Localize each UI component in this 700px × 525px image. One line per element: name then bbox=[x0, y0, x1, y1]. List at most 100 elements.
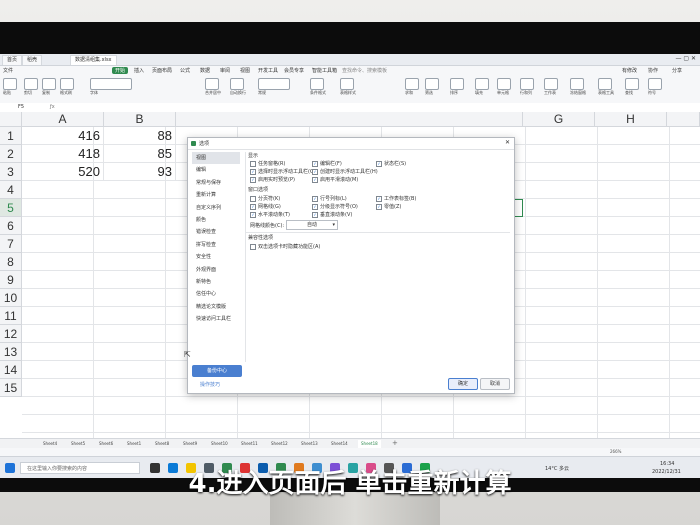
corner-select-all[interactable] bbox=[0, 112, 22, 127]
sum-icon[interactable] bbox=[405, 78, 419, 90]
sheet-tab[interactable]: Sheet5 bbox=[68, 440, 88, 448]
sidebar-item-quick-access[interactable]: 快速访问工具栏 bbox=[192, 313, 240, 325]
sheet-tab[interactable]: Sheet1 bbox=[124, 440, 144, 448]
option-floating-toolbar-create[interactable]: ✓ 创建时显示浮动工具栏(H) bbox=[312, 168, 378, 175]
close-icon[interactable]: ✕ bbox=[505, 139, 510, 146]
ok-button[interactable]: 确定 bbox=[448, 378, 478, 390]
sidebar-item-templates[interactable]: 精选论文模版 bbox=[192, 301, 240, 313]
checkbox-checked-icon[interactable]: ✓ bbox=[312, 195, 318, 202]
menu-developer[interactable]: 开发工具 bbox=[258, 67, 278, 74]
row-header-8[interactable]: 8 bbox=[0, 253, 22, 271]
row-header-12[interactable]: 12 bbox=[0, 325, 22, 343]
checkbox-icon[interactable] bbox=[250, 195, 256, 202]
option-sheet-tabs[interactable]: ✓ 工作表标签(B) bbox=[376, 195, 416, 202]
menu-page-layout[interactable]: 页面布局 bbox=[152, 67, 172, 74]
sheet-tab[interactable]: Sheet14 bbox=[328, 440, 351, 448]
sheet-tab[interactable]: Sheet13 bbox=[298, 440, 321, 448]
menu-member[interactable]: 会员专享 bbox=[284, 67, 304, 74]
cell-a1[interactable]: 416 bbox=[22, 127, 104, 145]
sidebar-item-general-save[interactable]: 常规与保存 bbox=[192, 177, 240, 189]
option-page-break[interactable]: 分页符(K) bbox=[250, 195, 280, 202]
window-controls[interactable]: — ▢ ✕ bbox=[675, 55, 696, 62]
menu-file[interactable]: 文件 bbox=[3, 67, 13, 74]
checkbox-checked-icon[interactable]: ✓ bbox=[312, 176, 318, 183]
merge-center-icon[interactable] bbox=[205, 78, 219, 90]
row-header-7[interactable]: 7 bbox=[0, 235, 22, 253]
row-header-1[interactable]: 1 bbox=[0, 127, 22, 145]
option-hide-ribbon[interactable]: 双击选项卡时隐藏功能区(A) bbox=[250, 243, 320, 250]
filter-icon[interactable] bbox=[425, 78, 439, 90]
checkbox-checked-icon[interactable]: ✓ bbox=[312, 168, 318, 175]
row-header-10[interactable]: 10 bbox=[0, 289, 22, 307]
name-box[interactable]: F5 bbox=[18, 104, 24, 110]
row-header-14[interactable]: 14 bbox=[0, 361, 22, 379]
option-smooth-scroll[interactable]: ✓ 启用平滑滚动(M) bbox=[312, 176, 358, 183]
option-row-col-headers[interactable]: ✓ 行号列标(L) bbox=[312, 195, 347, 202]
backup-center-button[interactable]: 备份中心 bbox=[192, 365, 242, 377]
sidebar-item-view[interactable]: 视图 bbox=[192, 152, 240, 165]
checkbox-checked-icon[interactable]: ✓ bbox=[250, 203, 256, 210]
sheet-tab[interactable]: Sheet12 bbox=[268, 440, 291, 448]
option-live-preview[interactable]: ✓ 启用实时预览(P) bbox=[250, 176, 295, 183]
menu-share[interactable]: 分享 bbox=[672, 67, 682, 74]
option-status-bar[interactable]: ✓ 状态栏(S) bbox=[376, 160, 406, 167]
row-header-9[interactable]: 9 bbox=[0, 271, 22, 289]
row-header-11[interactable]: 11 bbox=[0, 307, 22, 325]
sheet-tab[interactable]: Sheet9 bbox=[180, 440, 200, 448]
column-header-g[interactable]: G bbox=[523, 112, 595, 127]
sidebar-item-trust-center[interactable]: 信任中心 bbox=[192, 288, 240, 300]
column-header-h[interactable]: H bbox=[595, 112, 667, 127]
checkbox-checked-icon[interactable]: ✓ bbox=[312, 211, 318, 218]
menu-view[interactable]: 视图 bbox=[240, 67, 250, 74]
menu-collab[interactable]: 协作 bbox=[648, 67, 658, 74]
sidebar-item-security[interactable]: 安全性 bbox=[192, 251, 240, 263]
fill-icon[interactable] bbox=[475, 78, 489, 90]
column-header-a[interactable]: A bbox=[22, 112, 104, 127]
font-selector[interactable] bbox=[90, 78, 132, 90]
row-header-4[interactable]: 4 bbox=[0, 181, 22, 199]
sidebar-item-new-features[interactable]: 新特色 bbox=[192, 276, 240, 288]
checkbox-checked-icon[interactable]: ✓ bbox=[376, 160, 382, 167]
number-format-select[interactable] bbox=[258, 78, 290, 90]
conditional-format-icon[interactable] bbox=[310, 78, 324, 90]
sidebar-item-color[interactable]: 颜色 bbox=[192, 214, 240, 226]
row-header-5[interactable]: 5 bbox=[0, 199, 22, 217]
cell-icon[interactable] bbox=[497, 78, 511, 90]
menu-insert[interactable]: 插入 bbox=[134, 67, 144, 74]
sheet-tab[interactable]: Sheet11 bbox=[238, 440, 261, 448]
cancel-button[interactable]: 取消 bbox=[480, 378, 510, 390]
sort-icon[interactable] bbox=[450, 78, 464, 90]
option-horizontal-scroll[interactable]: ✓ 水平滚动条(T) bbox=[250, 211, 290, 218]
table-style-icon[interactable] bbox=[340, 78, 354, 90]
option-floating-toolbar-select[interactable]: ✓ 选择时显示浮动工具栏(O) bbox=[250, 168, 316, 175]
row-header-2[interactable]: 2 bbox=[0, 145, 22, 163]
checkbox-checked-icon[interactable]: ✓ bbox=[250, 176, 256, 183]
sheet-tab[interactable]: Sheet6 bbox=[96, 440, 116, 448]
tab-workbook[interactable]: 数据清组集.xlsx bbox=[70, 55, 117, 65]
checkbox-checked-icon[interactable]: ✓ bbox=[250, 211, 256, 218]
cell-a2[interactable]: 418 bbox=[22, 145, 104, 163]
tab-home[interactable]: 首页 bbox=[2, 55, 23, 65]
sheet-tab[interactable]: Sheet4 bbox=[40, 440, 60, 448]
checkbox-checked-icon[interactable]: ✓ bbox=[376, 203, 382, 210]
cell-b2[interactable]: 85 bbox=[104, 145, 176, 163]
row-header-15[interactable]: 15 bbox=[0, 379, 22, 397]
option-gridlines[interactable]: ✓ 网格线(G) bbox=[250, 203, 281, 210]
gridline-color-select[interactable]: 自动 ▾ bbox=[286, 220, 338, 230]
checkbox-icon[interactable] bbox=[250, 160, 256, 167]
column-header-i[interactable] bbox=[667, 112, 700, 127]
wrap-text-icon[interactable] bbox=[230, 78, 244, 90]
sheet-tab[interactable]: Sheet8 bbox=[152, 440, 172, 448]
cell-a3[interactable]: 520 bbox=[22, 163, 104, 181]
find-icon[interactable] bbox=[625, 78, 639, 90]
copy-icon[interactable] bbox=[42, 78, 56, 90]
freeze-panes-icon[interactable] bbox=[570, 78, 584, 90]
menu-formula[interactable]: 公式 bbox=[180, 67, 190, 74]
checkbox-checked-icon[interactable]: ✓ bbox=[312, 203, 318, 210]
option-task-pane[interactable]: 任务窗格(R) bbox=[250, 160, 285, 167]
sheet-tab-active[interactable]: Sheet18 bbox=[358, 440, 381, 448]
sidebar-item-spell-check[interactable]: 拼写检查 bbox=[192, 239, 240, 251]
column-header-b[interactable]: B bbox=[104, 112, 176, 127]
zoom-level[interactable]: 266% bbox=[610, 449, 621, 454]
option-zero-values[interactable]: ✓ 零值(Z) bbox=[376, 203, 401, 210]
